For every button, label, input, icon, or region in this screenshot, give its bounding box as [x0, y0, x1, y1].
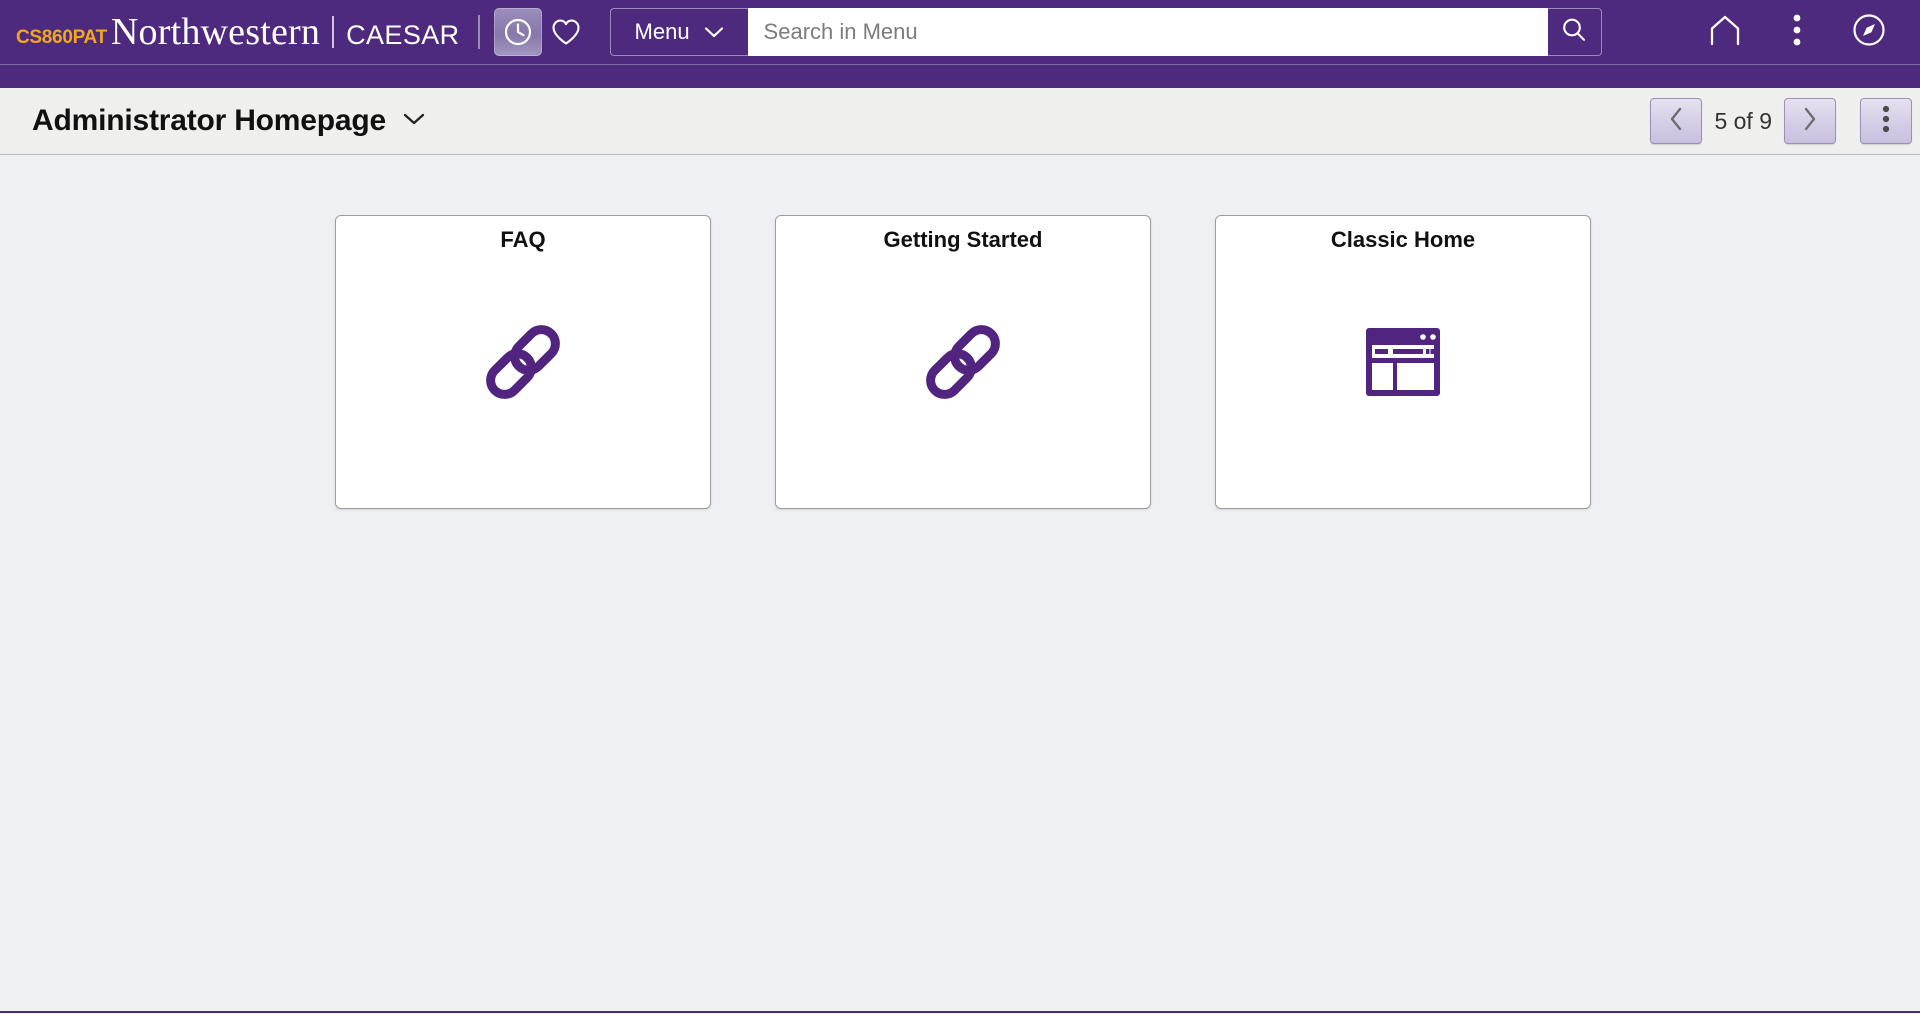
tile-title: FAQ [500, 227, 546, 252]
home-button[interactable] [1702, 9, 1748, 55]
classic-window-icon [1364, 326, 1442, 398]
chevron-left-icon [1668, 106, 1684, 137]
header-secondary-band [0, 64, 1920, 88]
menu-button-label: Menu [634, 19, 690, 44]
header-right-icons [1702, 9, 1920, 55]
clock-icon [503, 17, 533, 47]
next-page-button[interactable] [1784, 98, 1836, 144]
tile-title: Getting Started [883, 227, 1043, 252]
page-title-bar: Administrator Homepage 5 of 9 [0, 88, 1920, 155]
search-icon [1559, 15, 1589, 50]
homepage-tile-area: FAQ Getting Started Classic Home [0, 155, 1920, 1013]
tile-faq[interactable]: FAQ [335, 215, 711, 509]
brand-name: Northwestern [110, 11, 321, 53]
home-icon [1707, 13, 1743, 52]
navbar-button[interactable] [1846, 9, 1892, 55]
kebab-icon [1881, 105, 1891, 138]
link-chain-icon [471, 310, 575, 414]
chevron-down-icon [402, 111, 426, 132]
tile-row: FAQ Getting Started Classic Home [335, 215, 1920, 509]
actions-kebab-icon [1792, 13, 1802, 52]
brand-prefix: CS860PAT [16, 27, 107, 48]
chevron-down-icon [704, 19, 724, 45]
tile-classic-home[interactable]: Classic Home [1215, 215, 1591, 509]
search-submit-button[interactable] [1547, 8, 1602, 56]
search-input[interactable] [747, 8, 1548, 56]
tile-getting-started[interactable]: Getting Started [775, 215, 1151, 509]
menu-button[interactable]: Menu [609, 8, 748, 56]
page-count-label: 5 of 9 [1714, 107, 1772, 134]
page-title-dropdown-button[interactable] [402, 111, 426, 132]
brand-logo[interactable]: CS860PAT Northwestern CAESAR [16, 10, 460, 54]
homepage-pager: 5 of 9 [1650, 98, 1920, 144]
previous-page-button[interactable] [1650, 98, 1703, 144]
heart-icon [550, 17, 582, 47]
menu-search [747, 8, 1602, 56]
link-chain-icon [911, 310, 1015, 414]
brand-subname: CAESAR [346, 20, 460, 50]
header-divider [477, 15, 480, 49]
navbar-compass-icon [1851, 12, 1887, 53]
page-title: Administrator Homepage [32, 104, 386, 137]
tile-title: Classic Home [1330, 227, 1476, 252]
chevron-right-icon [1802, 106, 1818, 137]
favorites-button[interactable] [542, 8, 590, 56]
actions-list-button[interactable] [1774, 9, 1820, 55]
page-actions-button[interactable] [1860, 98, 1912, 144]
brand-divider [332, 16, 335, 48]
app-header: CS860PAT Northwestern CAESAR Menu [0, 0, 1920, 64]
recent-places-button[interactable] [493, 8, 542, 56]
